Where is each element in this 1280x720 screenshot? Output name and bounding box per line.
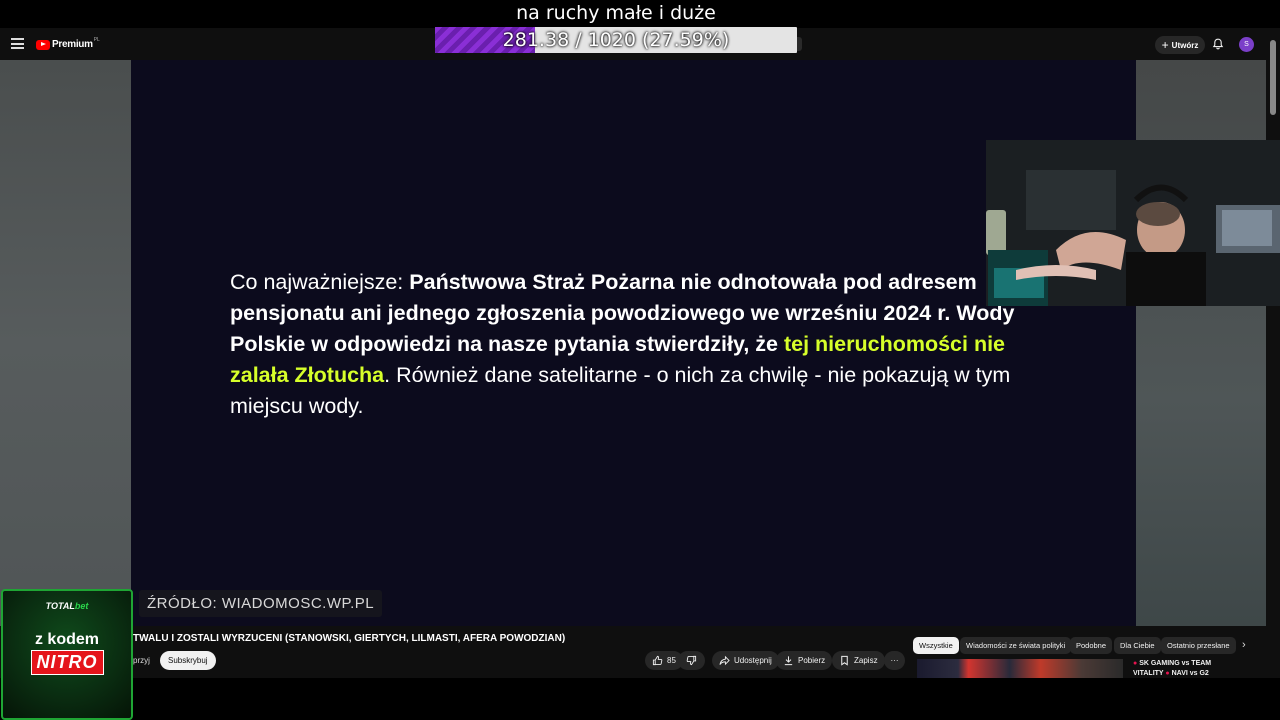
stream-overlay-title: na ruchy małe i duże bbox=[516, 2, 716, 24]
dislike-button[interactable] bbox=[678, 651, 705, 670]
article-excerpt: Co najważniejsze: Państwowa Straż Pożarn… bbox=[230, 267, 1030, 422]
bottom-letterbox bbox=[133, 678, 1280, 720]
save-button[interactable]: Zapisz bbox=[832, 651, 885, 670]
sponsor-brand: TOTALbet bbox=[3, 601, 131, 611]
save-label: Zapisz bbox=[854, 656, 878, 665]
more-actions-button[interactable]: ··· bbox=[884, 651, 905, 670]
notifications-bell-icon[interactable] bbox=[1212, 38, 1224, 50]
create-label: Utwórz bbox=[1171, 40, 1199, 50]
chip-for-you[interactable]: Dla Ciebie bbox=[1114, 637, 1161, 654]
goal-progress-text: 281.38 / 1020 (27.59%) bbox=[502, 29, 730, 51]
logo-region: PL bbox=[93, 36, 100, 43]
thumbs-down-icon bbox=[686, 655, 697, 666]
scrollbar-thumb[interactable] bbox=[1270, 40, 1276, 115]
subscribe-button[interactable]: Subskrybuj bbox=[160, 651, 216, 670]
goal-progress-bar: 281.38 / 1020 (27.59%) bbox=[435, 27, 797, 53]
share-label: Udostępnij bbox=[734, 656, 772, 665]
source-caption: ŹRÓDŁO: WIADOMOSC.WP.PL bbox=[139, 590, 383, 617]
rec-line1: SK GAMING vs TEAM bbox=[1139, 660, 1212, 667]
rec-line2b: NAVI vs G2 bbox=[1171, 670, 1209, 677]
live-dot-icon: ● bbox=[1133, 660, 1138, 667]
sponsor-promo-code: NITRO bbox=[30, 650, 104, 675]
recommended-thumbnail[interactable] bbox=[917, 659, 1123, 678]
chip-politics-news[interactable]: Wiadomości ze świata polityki bbox=[960, 637, 1072, 654]
chip-recently-uploaded[interactable]: Ostatnio przesłane bbox=[1161, 637, 1236, 654]
bookmark-icon bbox=[841, 655, 848, 666]
progress-bar-edge bbox=[797, 37, 802, 51]
create-button[interactable]: + Utwórz bbox=[1155, 36, 1205, 54]
recommended-title[interactable]: ● SK GAMING vs TEAM VITALITY ● NAVI vs G… bbox=[1133, 659, 1211, 679]
chevron-right-icon[interactable]: › bbox=[1242, 639, 1246, 651]
webcam-scene bbox=[986, 140, 1280, 306]
video-title: TWALU I ZOSTALI WYRZUCENI (STANOWSKI, GI… bbox=[133, 633, 566, 644]
like-count: 85 bbox=[667, 656, 676, 665]
live-dot-icon: ● bbox=[1165, 670, 1170, 677]
share-button[interactable]: Udostępnij bbox=[712, 651, 779, 670]
sponsor-ad-totalbet[interactable]: TOTALbet z kodem NITRO bbox=[1, 589, 133, 720]
video-info-bar: TWALU I ZOSTALI WYRZUCENI (STANOWSKI, GI… bbox=[0, 626, 1266, 678]
streamer-webcam bbox=[986, 140, 1280, 306]
download-icon bbox=[784, 656, 793, 666]
chip-similar[interactable]: Podobne bbox=[1070, 637, 1113, 654]
account-avatar[interactable]: S bbox=[1239, 37, 1254, 52]
page-scrollbar[interactable] bbox=[1266, 28, 1280, 678]
youtube-play-icon bbox=[36, 39, 50, 50]
thumbs-up-icon bbox=[652, 655, 663, 666]
logo-text: Premium bbox=[52, 39, 93, 50]
channel-name[interactable]: przyj bbox=[133, 656, 150, 665]
plus-icon: + bbox=[1161, 38, 1169, 52]
share-icon bbox=[719, 655, 730, 666]
download-button[interactable]: Pobierz bbox=[776, 651, 833, 670]
sponsor-code-label: z kodem bbox=[34, 631, 99, 648]
article-lead: Co najważniejsze: bbox=[230, 270, 410, 294]
sponsor-brand-b: bet bbox=[74, 601, 89, 611]
rec-line2a: VITALITY bbox=[1133, 670, 1164, 677]
sponsor-brand-a: TOTAL bbox=[45, 601, 75, 611]
hamburger-menu-icon[interactable] bbox=[11, 38, 24, 49]
youtube-premium-logo[interactable]: Premium PL bbox=[36, 36, 100, 50]
left-background-panel bbox=[0, 60, 131, 626]
chip-all[interactable]: Wszystkie bbox=[913, 637, 959, 654]
download-label: Pobierz bbox=[798, 656, 826, 665]
